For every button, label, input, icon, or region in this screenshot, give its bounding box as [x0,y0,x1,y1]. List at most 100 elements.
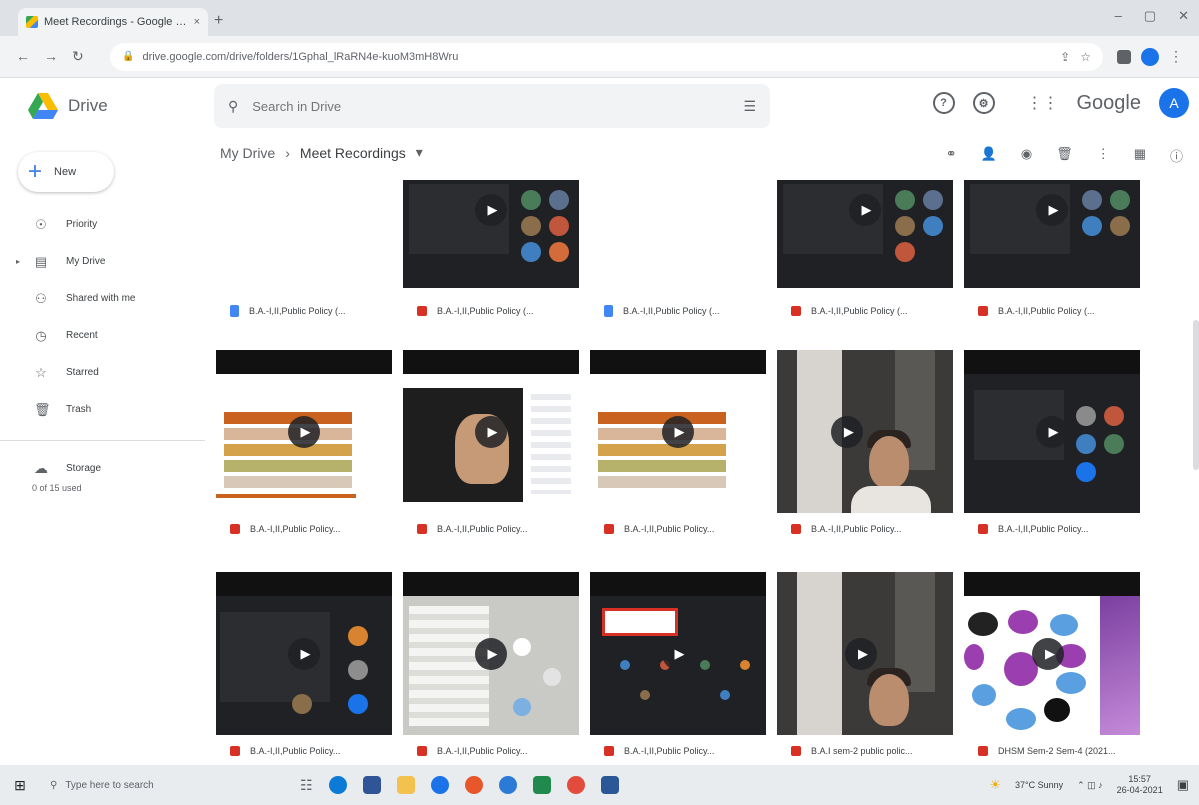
file-card[interactable]: B.A.-I,II,Public Policy... [216,350,392,535]
play-icon[interactable] [662,415,694,448]
sidebar-item-starred[interactable]: ☆ Starred [0,354,205,391]
play-icon[interactable] [1036,194,1068,226]
details-info-icon[interactable]: ⓘ [1170,146,1183,165]
file-explorer-icon[interactable] [396,776,415,794]
file-card[interactable]: B.A.-I,II,Public Policy (... [216,180,392,361]
sidebar-item-label: Priority [66,219,98,230]
play-icon[interactable] [849,194,881,226]
more-actions-icon[interactable]: ⋮ [1097,146,1110,165]
clock[interactable]: 15:57 26-04-2021 [1117,774,1163,796]
notification-icon[interactable]: ▣ [1177,777,1189,793]
tray-icons[interactable]: ⌃ ◫ ♪ [1077,780,1103,791]
sidebar-item-recent[interactable]: ◷ Recent [0,317,205,354]
chrome-icon[interactable] [430,776,449,794]
task-view-icon[interactable]: ☷ [300,777,313,794]
url-text[interactable]: drive.google.com/drive/folders/1Gphal_lR… [142,51,1052,63]
help-icon[interactable]: ? [932,92,955,114]
taskbar-search[interactable]: ⚲ Type here to search [40,770,280,800]
expand-caret-icon[interactable]: ▸ [16,257,20,266]
word-icon[interactable] [600,776,619,794]
firefox-icon[interactable] [464,776,483,794]
participant-tile [1076,434,1096,454]
file-name: B.A.-I,II,Public Policy (... [623,306,720,316]
file-label: DHSM Sem-2 Sem-4 (2021... [964,740,1140,762]
search-options-icon[interactable]: ☰ [743,98,756,115]
new-tab-button[interactable]: + [214,12,223,30]
back-icon[interactable]: ← [16,48,30,65]
weather-text[interactable]: 37°C Sunny [1015,780,1063,790]
play-icon[interactable] [845,637,878,670]
settings-gear-icon[interactable]: ⚙ [972,92,995,114]
share-person-icon[interactable]: 👤 [981,146,997,165]
file-card[interactable]: B.A.-I,II,Public Policy (... [590,180,766,361]
maximize-icon[interactable]: ▢ [1144,8,1156,24]
search-bar[interactable]: ⚲ ☰ [214,84,770,128]
file-card[interactable]: B.A.-I,II,Public Policy... [590,350,766,535]
sidebar-item-label: Trash [66,404,92,415]
breadcrumb-current[interactable]: Meet Recordings [300,145,406,161]
file-card[interactable]: B.A.-I,II,Public Policy... [590,572,766,757]
bookmark-star-icon[interactable]: ☆ [1080,50,1091,64]
excel-icon[interactable] [532,776,551,794]
file-card[interactable]: B.A.-I,II,Public Policy... [777,350,953,535]
close-window-icon[interactable]: ✕ [1178,8,1189,24]
file-card[interactable]: B.A.-I,II,Public Policy (... [964,180,1140,361]
link-icon[interactable]: ⚭ [946,146,957,165]
play-icon[interactable] [288,415,320,448]
breadcrumb-root[interactable]: My Drive [220,145,275,161]
extension-icon[interactable] [1117,49,1131,64]
share-icon[interactable]: ⇪ [1060,50,1070,64]
file-card[interactable]: DHSM Sem-2 Sem-4 (2021... [964,572,1140,757]
forward-icon[interactable]: → [44,48,58,65]
play-icon[interactable] [288,637,320,670]
list-view-icon[interactable]: ▦ [1134,146,1146,165]
address-bar[interactable]: 🔒 drive.google.com/drive/folders/1Gphal_… [110,42,1103,71]
file-label: B.A.I sem-2 public polic... [777,740,953,762]
sidebar-item-shared[interactable]: ⚇ Shared with me [0,280,205,317]
person-face [869,436,909,488]
video-file-icon [604,746,614,756]
search-icon[interactable]: ⚲ [228,98,238,115]
delete-icon[interactable]: 🗑 [1056,146,1073,165]
reload-icon[interactable]: ↻ [72,48,84,65]
tab-close-icon[interactable]: × [194,16,200,28]
play-icon[interactable] [1032,637,1065,670]
minimize-icon[interactable]: – [1115,8,1122,24]
file-card[interactable]: B.A.-I,II,Public Policy (... [403,180,579,361]
windows-start-icon[interactable]: ⊞ [0,777,40,794]
file-card[interactable]: B.A.-I,II,Public Policy (... [777,180,953,361]
storage-label: Storage [66,462,102,474]
google-chrome-icon[interactable] [566,776,585,794]
scrollbar[interactable] [1193,320,1199,470]
play-icon[interactable] [475,415,507,448]
sidebar-item-my-drive[interactable]: ▸ ▤ My Drive [0,243,205,280]
file-card[interactable]: B.A.I sem-2 public polic... [777,572,953,757]
browser-menu-icon[interactable]: ⋮ [1169,48,1183,65]
chevron-down-icon[interactable]: ▾ [416,144,423,161]
app-icon[interactable] [498,776,517,794]
drive-logo[interactable]: Drive [0,93,214,119]
browser-tab[interactable]: Meet Recordings - Google Drive × [18,8,208,36]
file-card[interactable]: B.A.-I,II,Public Policy... [216,572,392,757]
search-input[interactable] [252,98,730,114]
file-card[interactable]: B.A.-I,II,Public Policy... [964,350,1140,535]
profile-icon[interactable] [1141,47,1159,66]
play-icon[interactable] [831,415,864,448]
play-icon[interactable] [475,194,507,226]
play-icon[interactable] [475,637,507,670]
play-icon[interactable] [662,637,694,670]
new-button[interactable]: + New [18,152,114,192]
store-icon[interactable] [362,776,381,794]
file-card[interactable]: B.A.-I,II,Public Policy... [403,350,579,535]
mindmap-node [1056,672,1086,694]
sidebar-item-trash[interactable]: 🗑 Trash [0,391,205,428]
storage-section[interactable]: ☁ Storage 0 of 15 used [0,453,205,494]
sidebar: + New ☉ Priority ▸ ▤ My Drive ⚇ Shared w… [0,134,205,764]
sidebar-item-priority[interactable]: ☉ Priority [0,206,205,243]
file-card[interactable]: B.A.-I,II,Public Policy... [403,572,579,757]
preview-eye-icon[interactable]: ◉ [1021,146,1032,165]
account-avatar[interactable]: A [1159,88,1189,118]
apps-grid-icon[interactable]: ⋮⋮ [1027,93,1059,113]
play-icon[interactable] [1036,415,1068,448]
edge-icon[interactable] [328,776,347,794]
